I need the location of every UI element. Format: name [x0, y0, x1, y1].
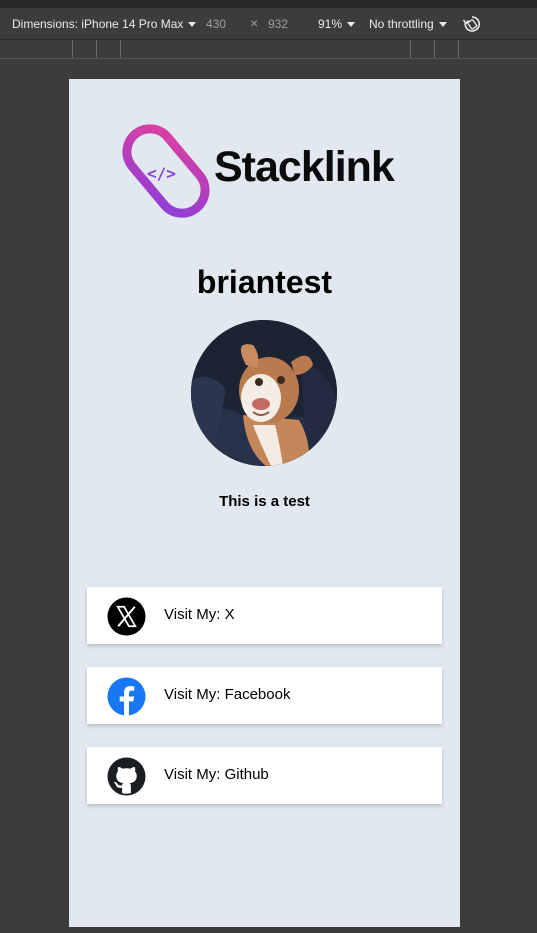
chevron-down-icon: [438, 21, 447, 27]
avatar: [191, 320, 337, 466]
device-toolbar: Dimensions: iPhone 14 Pro Max 430 × 932 …: [0, 8, 537, 40]
media-query-tick: [120, 40, 121, 58]
svg-text:</>: </>: [147, 164, 176, 183]
github-icon: [107, 757, 146, 796]
media-query-tick: [410, 40, 411, 58]
link-card-x[interactable]: Visit My: X: [87, 587, 442, 644]
devtools-top-strip: [0, 0, 537, 8]
stacklink-logo: </> Stacklink: [121, 119, 411, 223]
throttling-dropdown[interactable]: No throttling: [369, 17, 447, 31]
device-dimensions-dropdown[interactable]: Dimensions: iPhone 14 Pro Max: [12, 17, 197, 31]
rotate-icon[interactable]: [462, 14, 482, 34]
height-input[interactable]: 932: [268, 17, 288, 31]
profile-bio: This is a test: [219, 493, 310, 510]
link-card-facebook[interactable]: Visit My: Facebook: [87, 667, 442, 724]
chain-link-icon: </>: [122, 124, 210, 218]
media-query-tick: [434, 40, 435, 58]
phone-viewport: </> Stacklink briantest This is a test V…: [69, 79, 460, 927]
media-query-tick: [458, 40, 459, 58]
link-label-github: Visit My: Github: [164, 766, 269, 783]
media-query-tick: [96, 40, 97, 58]
logo-text: Stacklink: [214, 143, 395, 191]
width-input[interactable]: 430: [206, 17, 226, 31]
profile-username: briantest: [196, 264, 333, 300]
chevron-down-icon: [188, 21, 197, 27]
zoom-label: 91%: [318, 17, 343, 31]
media-query-tick: [72, 40, 73, 58]
throttling-label: No throttling: [369, 17, 434, 31]
zoom-dropdown[interactable]: 91%: [318, 17, 356, 31]
facebook-icon: [107, 677, 146, 716]
chevron-down-icon: [347, 21, 356, 27]
times-icon: ×: [250, 15, 259, 31]
link-label-facebook: Visit My: Facebook: [164, 686, 291, 703]
link-card-github[interactable]: Visit My: Github: [87, 747, 442, 804]
x-icon: [107, 597, 146, 636]
media-query-bar: [0, 40, 537, 59]
link-label-x: Visit My: X: [164, 606, 235, 623]
device-dimensions-label: Dimensions: iPhone 14 Pro Max: [12, 17, 184, 31]
